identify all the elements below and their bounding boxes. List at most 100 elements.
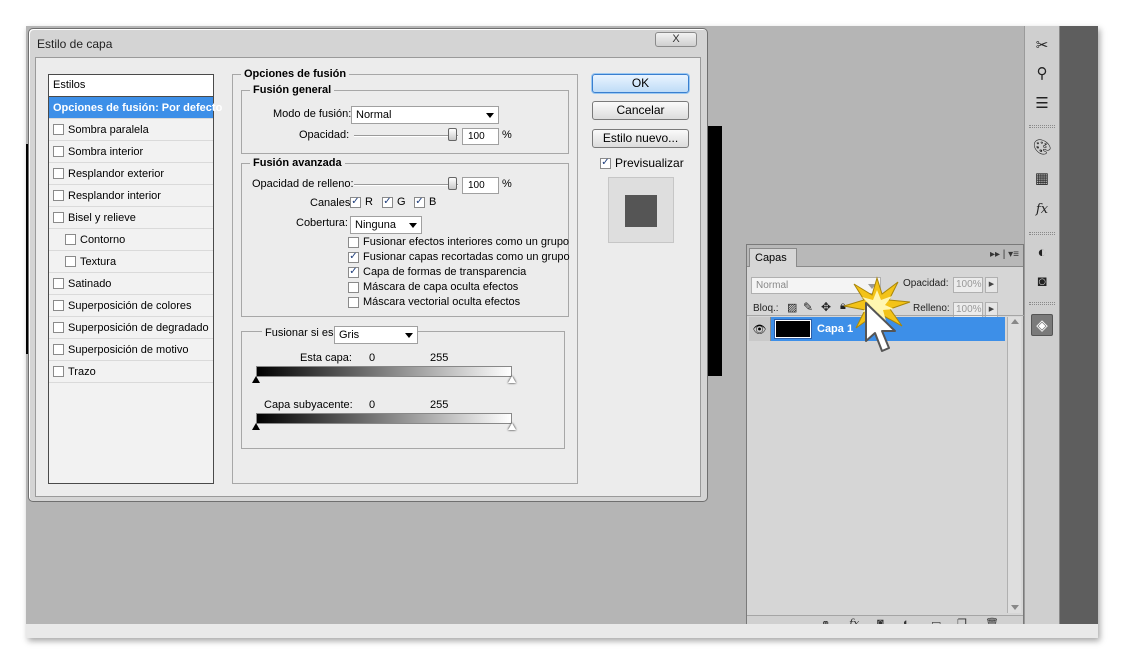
channel-g-checkbox[interactable]: ✓ G xyxy=(382,196,406,208)
style-checkbox[interactable] xyxy=(53,344,64,355)
this-layer-white-slider[interactable] xyxy=(508,376,516,383)
scroll-down-icon[interactable] xyxy=(1011,605,1019,610)
underlying-white-slider[interactable] xyxy=(508,423,516,430)
style-item[interactable]: Opciones de fusión: Por defecto xyxy=(49,97,222,119)
style-item[interactable]: Sombra paralela xyxy=(49,119,213,141)
knockout-label: Cobertura: xyxy=(296,217,348,229)
checkbox-g[interactable]: ✓ xyxy=(382,196,393,208)
swatches-icon[interactable]: ▦ xyxy=(1031,167,1053,189)
checkbox[interactable] xyxy=(348,296,359,308)
style-checkbox[interactable] xyxy=(53,212,64,223)
blend-mode-value: Normal xyxy=(356,109,392,121)
masks-icon[interactable]: ◙ xyxy=(1031,270,1053,292)
blend-options-group: Opciones de fusión Fusión general Modo d… xyxy=(232,68,578,484)
advanced-option-checkbox[interactable]: Máscara vectorial oculta efectos xyxy=(348,296,520,308)
style-item-label: Superposición de colores xyxy=(68,299,192,312)
style-item[interactable]: Sombra interior xyxy=(49,141,213,163)
lock-label: Bloq.: xyxy=(753,303,779,314)
ok-button[interactable]: OK xyxy=(592,74,689,93)
style-item[interactable]: Textura xyxy=(49,251,213,273)
channel-b-checkbox[interactable]: ✓ B xyxy=(414,196,436,208)
general-blending-group: Fusión general Modo de fusión: Normal Op… xyxy=(241,84,569,154)
checkbox-b[interactable]: ✓ xyxy=(414,196,425,208)
cancel-button[interactable]: Cancelar xyxy=(592,101,689,120)
advanced-option-checkbox[interactable]: Máscara de capa oculta efectos xyxy=(348,281,518,293)
fill-opacity-input[interactable]: 100 xyxy=(462,177,499,194)
eye-icon[interactable]: 👁︎ xyxy=(749,317,771,341)
advanced-option-checkbox[interactable]: ✓ Fusionar capas recortadas como un grupo xyxy=(348,251,570,263)
color-palette-icon[interactable]: 🎨︎ xyxy=(1031,136,1053,158)
advanced-option-checkbox[interactable]: ✓ Capa de formas de transparencia xyxy=(348,266,526,278)
style-item[interactable]: Resplandor interior xyxy=(49,185,213,207)
layer-opacity-input[interactable]: 100% xyxy=(953,277,983,293)
lock-image-icon[interactable]: ✎ xyxy=(803,300,813,314)
opacity-slider[interactable] xyxy=(354,135,458,137)
this-layer-gradient xyxy=(256,366,512,377)
chevron-down-icon xyxy=(405,333,413,338)
opacity-label: Opacidad: xyxy=(299,129,350,141)
knockout-select[interactable]: Ninguna xyxy=(350,216,422,234)
mouse-pointer-icon xyxy=(865,302,896,352)
preview-swatch xyxy=(625,195,657,227)
layer-fill-label: Relleno: xyxy=(913,303,950,314)
style-checkbox[interactable] xyxy=(65,234,76,245)
style-item[interactable]: Trazo xyxy=(49,361,213,383)
style-item[interactable]: Contorno xyxy=(49,229,213,251)
brush-presets-icon[interactable]: ⚲ xyxy=(1031,62,1053,84)
opacity-slider-thumb[interactable] xyxy=(448,128,457,141)
lock-position-icon[interactable]: ✥ xyxy=(821,300,831,314)
this-layer-black-slider[interactable] xyxy=(252,376,260,383)
style-item-label: Resplandor exterior xyxy=(68,167,164,180)
style-checkbox[interactable] xyxy=(53,190,64,201)
clone-source-icon[interactable]: ☰ xyxy=(1031,92,1053,114)
style-item-label: Textura xyxy=(80,255,117,268)
opacity-unit: % xyxy=(502,129,512,141)
tools-icon[interactable]: ✂ xyxy=(1031,34,1053,56)
style-checkbox[interactable] xyxy=(53,300,64,311)
layer-opacity-arrow-icon[interactable]: ▶ xyxy=(985,277,998,293)
lock-transparent-icon[interactable]: ▨ xyxy=(787,301,797,314)
style-checkbox[interactable] xyxy=(53,146,64,157)
new-style-button[interactable]: Estilo nuevo... xyxy=(592,129,689,148)
checkbox[interactable]: ✓ xyxy=(348,266,359,278)
style-item[interactable]: Bisel y relieve xyxy=(49,207,213,229)
underlying-black-slider[interactable] xyxy=(252,423,260,430)
style-item[interactable]: Resplandor exterior xyxy=(49,163,213,185)
style-item[interactable]: Superposición de motivo xyxy=(49,339,213,361)
opacity-input[interactable]: 100 xyxy=(462,128,499,145)
style-checkbox[interactable] xyxy=(53,124,64,135)
style-checkbox[interactable] xyxy=(65,256,76,267)
blend-if-select[interactable]: Gris xyxy=(334,326,418,344)
layers-scrollbar[interactable] xyxy=(1007,317,1021,613)
scroll-up-icon[interactable] xyxy=(1011,319,1019,324)
styles-header[interactable]: Estilos xyxy=(49,75,213,97)
checkbox[interactable] xyxy=(348,281,359,293)
style-item[interactable]: Satinado xyxy=(49,273,213,295)
checkbox[interactable] xyxy=(348,236,359,248)
general-blending-title: Fusión general xyxy=(250,84,335,96)
dialog-title: Estilo de capa xyxy=(37,37,113,51)
style-item[interactable]: Superposición de degradado xyxy=(49,317,213,339)
tab-layers[interactable]: Capas xyxy=(749,248,797,267)
checkbox[interactable]: ✓ xyxy=(348,251,359,263)
layers-icon[interactable]: ◈ xyxy=(1031,314,1053,336)
style-checkbox[interactable] xyxy=(53,366,64,377)
panel-menu-icon[interactable]: ▸▸ | ▾≡ xyxy=(990,249,1019,260)
preview-check[interactable]: ✓ xyxy=(600,157,611,169)
fill-opacity-slider-thumb[interactable] xyxy=(448,177,457,190)
style-checkbox[interactable] xyxy=(53,322,64,333)
style-checkbox[interactable] xyxy=(53,168,64,179)
fill-opacity-slider[interactable] xyxy=(354,184,458,186)
preview-checkbox[interactable]: ✓ Previsualizar xyxy=(600,156,684,170)
close-button[interactable]: X xyxy=(655,32,697,47)
style-checkbox[interactable] xyxy=(53,278,64,289)
fill-opacity-label: Opacidad de relleno: xyxy=(252,178,354,190)
adjustments-icon[interactable]: ◐ xyxy=(1031,241,1053,263)
checkbox-r[interactable]: ✓ xyxy=(350,196,361,208)
blend-mode-select[interactable]: Normal xyxy=(351,106,499,124)
advanced-option-checkbox[interactable]: Fusionar efectos interiores como un grup… xyxy=(348,236,569,248)
advanced-option-label: Fusionar capas recortadas como un grupo xyxy=(363,251,570,263)
styles-fx-icon[interactable]: fx xyxy=(1031,198,1053,220)
style-item[interactable]: Superposición de colores xyxy=(49,295,213,317)
channel-r-checkbox[interactable]: ✓ R xyxy=(350,196,373,208)
